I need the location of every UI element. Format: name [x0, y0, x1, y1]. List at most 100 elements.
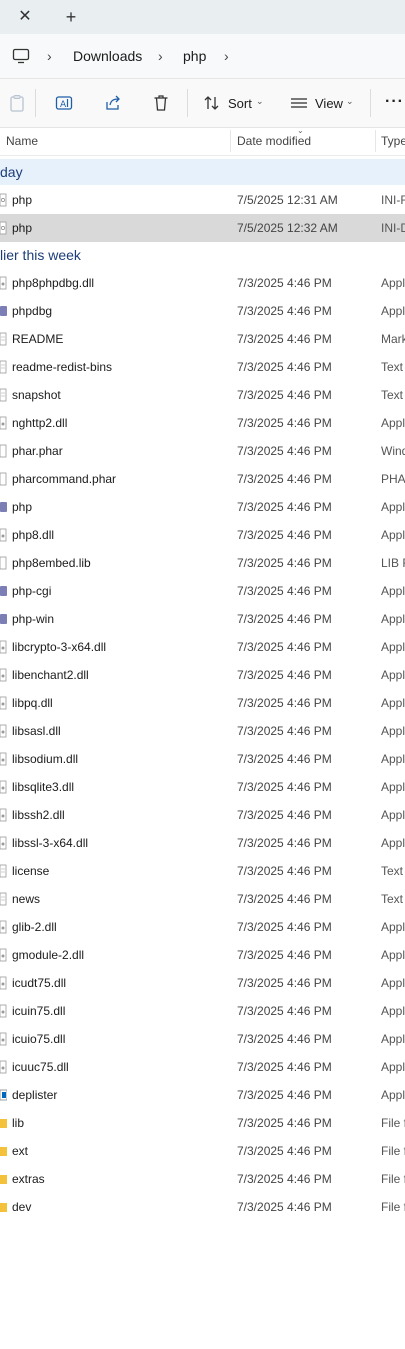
file-row[interactable]: news 7/3/2025 4:46 PM Text [0, 885, 405, 913]
group-header-earlier-this-week[interactable]: lier this week [0, 242, 405, 268]
file-row[interactable]: icuio75.dll 7/3/2025 4:46 PM Appl [0, 1025, 405, 1053]
file-type: Wind [381, 444, 405, 458]
file-row[interactable]: libcrypto-3-x64.dll 7/3/2025 4:46 PM Appl [0, 633, 405, 661]
column-header-type[interactable]: Type [381, 134, 405, 148]
file-row[interactable]: dev 7/3/2025 4:46 PM File f [0, 1193, 405, 1221]
file-row[interactable]: icuin75.dll 7/3/2025 4:46 PM Appl [0, 997, 405, 1025]
file-date-modified: 7/3/2025 4:46 PM [237, 528, 332, 542]
file-date-modified: 7/3/2025 4:46 PM [237, 948, 332, 962]
file-type: Appl [381, 528, 405, 542]
file-row[interactable]: libpq.dll 7/3/2025 4:46 PM Appl [0, 689, 405, 717]
file-row[interactable]: libssh2.dll 7/3/2025 4:46 PM Appl [0, 801, 405, 829]
file-row[interactable]: libsodium.dll 7/3/2025 4:46 PM Appl [0, 745, 405, 773]
address-bar[interactable]: › Downloads › php › [0, 34, 405, 79]
chevron-down-icon[interactable]: ⌄ [256, 96, 264, 107]
file-row[interactable]: nghttp2.dll 7/3/2025 4:46 PM Appl [0, 409, 405, 437]
file-date-modified: 7/3/2025 4:46 PM [237, 332, 332, 346]
paste-icon[interactable] [8, 94, 26, 112]
file-row[interactable]: lib 7/3/2025 4:46 PM File f [0, 1109, 405, 1137]
file-row[interactable]: php8phpdbg.dll 7/3/2025 4:46 PM Appl [0, 269, 405, 297]
chevron-right-icon[interactable]: › [224, 47, 229, 65]
rename-icon[interactable]: A [55, 94, 73, 112]
view-icon[interactable] [290, 94, 308, 112]
file-row[interactable]: readme-redist-bins 7/3/2025 4:46 PM Text [0, 353, 405, 381]
dll-file-icon [0, 668, 7, 682]
file-row[interactable]: php 7/5/2025 12:32 AM INI-D [0, 214, 405, 242]
file-name: gmodule-2.dll [12, 948, 85, 962]
chevron-right-icon[interactable]: › [158, 47, 163, 65]
file-row[interactable]: icuuc75.dll 7/3/2025 4:46 PM Appl [0, 1053, 405, 1081]
file-row[interactable]: README 7/3/2025 4:46 PM Mark [0, 325, 405, 353]
dll-file-icon [0, 976, 7, 990]
file-row[interactable]: phar.phar 7/3/2025 4:46 PM Wind [0, 437, 405, 465]
file-row[interactable]: libsqlite3.dll 7/3/2025 4:46 PM Appl [0, 773, 405, 801]
file-row[interactable]: deplister 7/3/2025 4:46 PM Appl [0, 1081, 405, 1109]
view-button[interactable]: View [315, 97, 343, 111]
file-row[interactable]: php 7/5/2025 12:31 AM INI-F [0, 186, 405, 214]
breadcrumb-php[interactable]: php [183, 47, 206, 65]
group-header-today[interactable]: day [0, 159, 405, 185]
column-resize-handle[interactable] [375, 130, 376, 152]
sort-button[interactable]: Sort [228, 97, 252, 111]
file-row[interactable]: libssl-3-x64.dll 7/3/2025 4:46 PM Appl [0, 829, 405, 857]
file-row[interactable]: libenchant2.dll 7/3/2025 4:46 PM Appl [0, 661, 405, 689]
generic-file-icon [0, 444, 7, 458]
file-date-modified: 7/3/2025 4:46 PM [237, 892, 332, 906]
this-pc-icon[interactable] [12, 47, 30, 65]
file-row[interactable]: php 7/3/2025 4:46 PM Appl [0, 493, 405, 521]
file-row[interactable]: php-win 7/3/2025 4:46 PM Appl [0, 605, 405, 633]
file-row[interactable]: pharcommand.phar 7/3/2025 4:46 PM PHA [0, 465, 405, 493]
file-row[interactable]: snapshot 7/3/2025 4:46 PM Text [0, 381, 405, 409]
dll-file-icon [0, 1032, 7, 1046]
file-name: nghttp2.dll [12, 416, 68, 430]
file-type: Appl [381, 976, 405, 990]
file-row[interactable]: libsasl.dll 7/3/2025 4:46 PM Appl [0, 717, 405, 745]
text-file-icon [0, 892, 7, 906]
file-date-modified: 7/3/2025 4:46 PM [237, 1088, 332, 1102]
close-tab-button[interactable]: ✕ [13, 6, 37, 28]
file-date-modified: 7/3/2025 4:46 PM [237, 724, 332, 738]
sort-icon[interactable] [203, 94, 221, 112]
column-header-name[interactable]: Name [6, 134, 38, 148]
file-row[interactable]: phpdbg 7/3/2025 4:46 PM Appl [0, 297, 405, 325]
file-row[interactable]: php8embed.lib 7/3/2025 4:46 PM LIB F [0, 549, 405, 577]
file-type: Text [381, 360, 404, 374]
file-type: Appl [381, 836, 405, 850]
file-row[interactable]: php8.dll 7/3/2025 4:46 PM Appl [0, 521, 405, 549]
file-type: Appl [381, 304, 405, 318]
file-date-modified: 7/3/2025 4:46 PM [237, 752, 332, 766]
dll-file-icon [0, 808, 7, 822]
file-date-modified: 7/3/2025 4:46 PM [237, 640, 332, 654]
file-date-modified: 7/3/2025 4:46 PM [237, 1060, 332, 1074]
more-options-button[interactable]: ··· [385, 93, 404, 111]
php-app-icon [0, 586, 7, 596]
file-row[interactable]: php-cgi 7/3/2025 4:46 PM Appl [0, 577, 405, 605]
file-name: php8embed.lib [12, 556, 91, 570]
file-row[interactable]: extras 7/3/2025 4:46 PM File f [0, 1165, 405, 1193]
chevron-down-icon[interactable]: ⌄ [346, 96, 354, 107]
chevron-right-icon[interactable]: › [47, 47, 52, 65]
file-date-modified: 7/3/2025 4:46 PM [237, 1004, 332, 1018]
file-row[interactable]: glib-2.dll 7/3/2025 4:46 PM Appl [0, 913, 405, 941]
column-resize-handle[interactable] [230, 130, 231, 152]
file-date-modified: 7/3/2025 4:46 PM [237, 864, 332, 878]
file-row[interactable]: icudt75.dll 7/3/2025 4:46 PM Appl [0, 969, 405, 997]
delete-icon[interactable] [152, 94, 170, 112]
toolbar-divider [370, 89, 371, 117]
folder-icon [0, 1175, 7, 1184]
toolbar-divider [35, 89, 36, 117]
file-date-modified: 7/3/2025 4:46 PM [237, 612, 332, 626]
file-row[interactable]: license 7/3/2025 4:46 PM Text [0, 857, 405, 885]
file-type: File f [381, 1172, 405, 1186]
share-icon[interactable] [104, 94, 122, 112]
file-name: dev [12, 1200, 32, 1214]
dll-file-icon [0, 696, 7, 710]
file-date-modified: 7/3/2025 4:46 PM [237, 1172, 332, 1186]
breadcrumb-downloads[interactable]: Downloads [73, 47, 142, 65]
column-header-date-modified[interactable]: Date modified [237, 134, 311, 148]
file-row[interactable]: ext 7/3/2025 4:46 PM File f [0, 1137, 405, 1165]
file-date-modified: 7/3/2025 4:46 PM [237, 444, 332, 458]
file-row[interactable]: gmodule-2.dll 7/3/2025 4:46 PM Appl [0, 941, 405, 969]
new-tab-button[interactable]: + [60, 6, 82, 28]
svg-text:A: A [60, 100, 67, 110]
